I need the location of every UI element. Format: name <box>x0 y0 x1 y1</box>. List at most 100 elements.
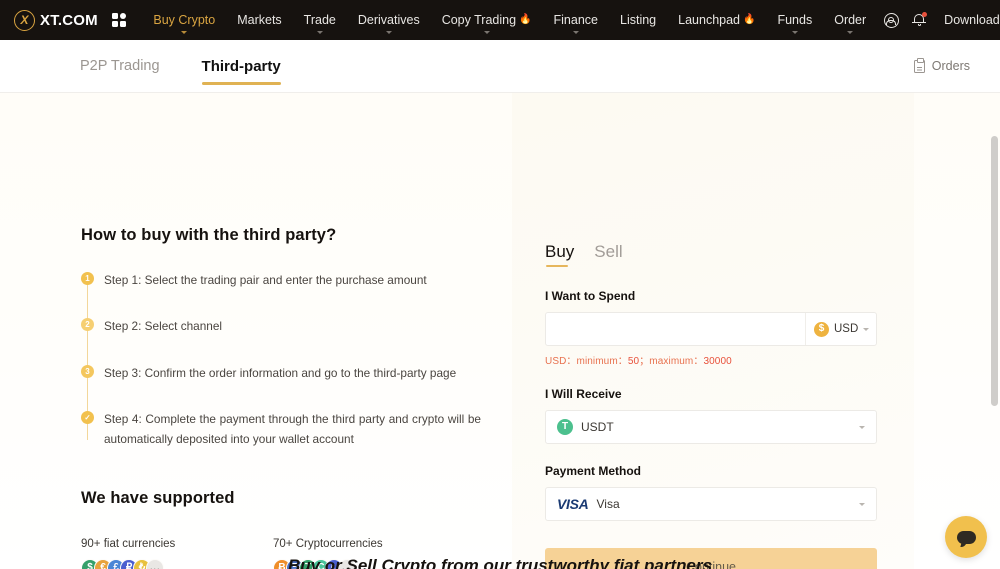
spend-currency-select[interactable]: $ USD <box>805 313 876 345</box>
chevron-down-icon <box>484 31 490 34</box>
chevron-down-icon <box>792 31 798 34</box>
nav-item-buy-crypto[interactable]: Buy Crypto <box>142 0 226 40</box>
nav-item-derivatives[interactable]: Derivatives <box>347 0 431 40</box>
sub-navigation-bar: P2P Trading Third-party Orders <box>0 40 1000 93</box>
chevron-down-icon <box>573 31 579 34</box>
payment-method-select[interactable]: VISA Visa <box>545 487 877 521</box>
buy-crypto-form: Buy Sell I Want to Spend $ USD USD：minim… <box>545 243 877 569</box>
user-account-icon <box>884 13 899 28</box>
xt-logo-text: XT.COM <box>40 12 98 29</box>
step-marker-3: 3 <box>81 365 94 378</box>
nav-label: Launchpad <box>678 14 740 27</box>
payment-method-label: Visa <box>596 497 619 511</box>
payment-field-label: Payment Method <box>545 464 877 478</box>
chat-bubble-icon <box>957 531 976 544</box>
amount-limit-hint: USD：minimum：50；maximum：30000 <box>545 352 877 367</box>
limit-prefix: USD：minimum： <box>545 356 628 367</box>
page-content: How to buy with the third party? 1 Step … <box>0 93 1000 569</box>
chevron-down-icon <box>847 31 853 34</box>
nav-label: Funds <box>777 14 812 27</box>
spend-amount-input[interactable] <box>546 313 805 345</box>
step-text: Step 1: Select the trading pair and ente… <box>104 271 427 290</box>
partners-heading: Buy or Sell Crypto from our trustworthy … <box>0 556 1000 569</box>
nav-label: Finance <box>554 14 598 27</box>
usd-coin-icon: $ <box>814 322 829 337</box>
step-marker-2: 2 <box>81 318 94 331</box>
tab-label: P2P Trading <box>80 58 160 74</box>
step-text: Step 3: Confirm the order information an… <box>104 364 456 383</box>
chevron-down-icon <box>863 328 869 331</box>
nav-label: Order <box>834 14 866 27</box>
notifications-button[interactable] <box>905 0 933 40</box>
step-marker-4-check-icon: ✓ <box>81 411 94 424</box>
tab-third-party[interactable]: Third-party <box>202 40 281 93</box>
tab-sell[interactable]: Sell <box>594 243 622 269</box>
tab-label: Buy <box>545 242 574 261</box>
crypto-label: 70+ Cryptocurrencies <box>273 538 465 550</box>
step-text: Step 4: Complete the payment through the… <box>104 410 481 449</box>
receive-currency-label: USDT <box>581 420 614 434</box>
grid-cell <box>112 21 118 27</box>
nav-label: Listing <box>620 14 656 27</box>
account-button[interactable] <box>877 0 905 40</box>
step-text: Step 2: Select channel <box>104 317 222 336</box>
grid-cell <box>120 21 126 27</box>
chat-support-button[interactable] <box>945 516 987 558</box>
nav-label: Buy Crypto <box>153 14 215 27</box>
step-item: ✓ Step 4: Complete the payment through t… <box>81 410 481 449</box>
grid-cell <box>112 13 118 19</box>
apps-grid-icon[interactable] <box>112 13 127 28</box>
tab-label: Third-party <box>202 58 281 75</box>
orders-label: Orders <box>932 59 970 73</box>
step-item: 2 Step 2: Select channel <box>81 317 481 336</box>
nav-item-funds[interactable]: Funds <box>766 0 823 40</box>
page-scrollbar[interactable] <box>991 136 998 406</box>
nav-label: Markets <box>237 14 281 27</box>
clipboard-icon <box>914 60 925 73</box>
flame-icon: 🔥 <box>743 15 755 25</box>
spend-field-label: I Want to Spend <box>545 289 877 303</box>
nav-item-trade[interactable]: Trade <box>293 0 347 40</box>
nav-item-download[interactable]: Download <box>933 0 1000 40</box>
step-marker-1: 1 <box>81 272 94 285</box>
fiat-label: 90+ fiat currencies <box>81 538 273 550</box>
usdt-coin-icon: T <box>557 419 573 435</box>
nav-item-markets[interactable]: Markets <box>226 0 292 40</box>
chevron-down-icon <box>181 31 187 34</box>
step-item: 1 Step 1: Select the trading pair and en… <box>81 271 481 290</box>
chevron-down-icon <box>859 426 865 429</box>
steps-list: 1 Step 1: Select the trading pair and en… <box>81 271 481 449</box>
flame-icon: 🔥 <box>519 15 531 25</box>
nav-item-copy-trading[interactable]: Copy Trading 🔥 <box>431 0 543 40</box>
receive-currency-select[interactable]: T USDT <box>545 410 877 444</box>
spend-currency-label: USD <box>834 323 858 335</box>
supported-heading: We have supported <box>81 489 481 508</box>
limit-max: 30000 <box>703 356 731 367</box>
limit-min: 50 <box>628 356 639 367</box>
chevron-down-icon <box>386 31 392 34</box>
step-item: 3 Step 3: Confirm the order information … <box>81 364 481 383</box>
primary-nav-items: Buy Crypto Markets Trade Derivatives Cop… <box>142 0 766 40</box>
xt-logo[interactable]: X XT.COM <box>14 10 98 31</box>
page-title: How to buy with the third party? <box>81 226 481 245</box>
spend-input-row: $ USD <box>545 312 877 346</box>
nav-item-listing[interactable]: Listing <box>609 0 667 40</box>
notification-dot <box>922 12 927 17</box>
nav-label: Trade <box>304 14 336 27</box>
nav-item-launchpad[interactable]: Launchpad 🔥 <box>667 0 766 40</box>
xt-logo-mark: X <box>14 10 35 31</box>
nav-item-order[interactable]: Order <box>823 0 877 40</box>
nav-label: Download <box>944 14 1000 27</box>
chevron-down-icon <box>317 31 323 34</box>
chevron-down-icon <box>859 503 865 506</box>
instructions-column: How to buy with the third party? 1 Step … <box>81 93 481 569</box>
nav-label: Derivatives <box>358 14 420 27</box>
grid-cell <box>120 13 126 19</box>
tab-buy[interactable]: Buy <box>545 243 574 269</box>
bell-icon <box>912 13 926 28</box>
nav-item-finance[interactable]: Finance <box>543 0 609 40</box>
orders-link[interactable]: Orders <box>914 59 970 73</box>
buy-sell-tabs: Buy Sell <box>545 243 877 269</box>
tab-p2p-trading[interactable]: P2P Trading <box>80 40 160 93</box>
nav-label: Copy Trading <box>442 14 516 27</box>
